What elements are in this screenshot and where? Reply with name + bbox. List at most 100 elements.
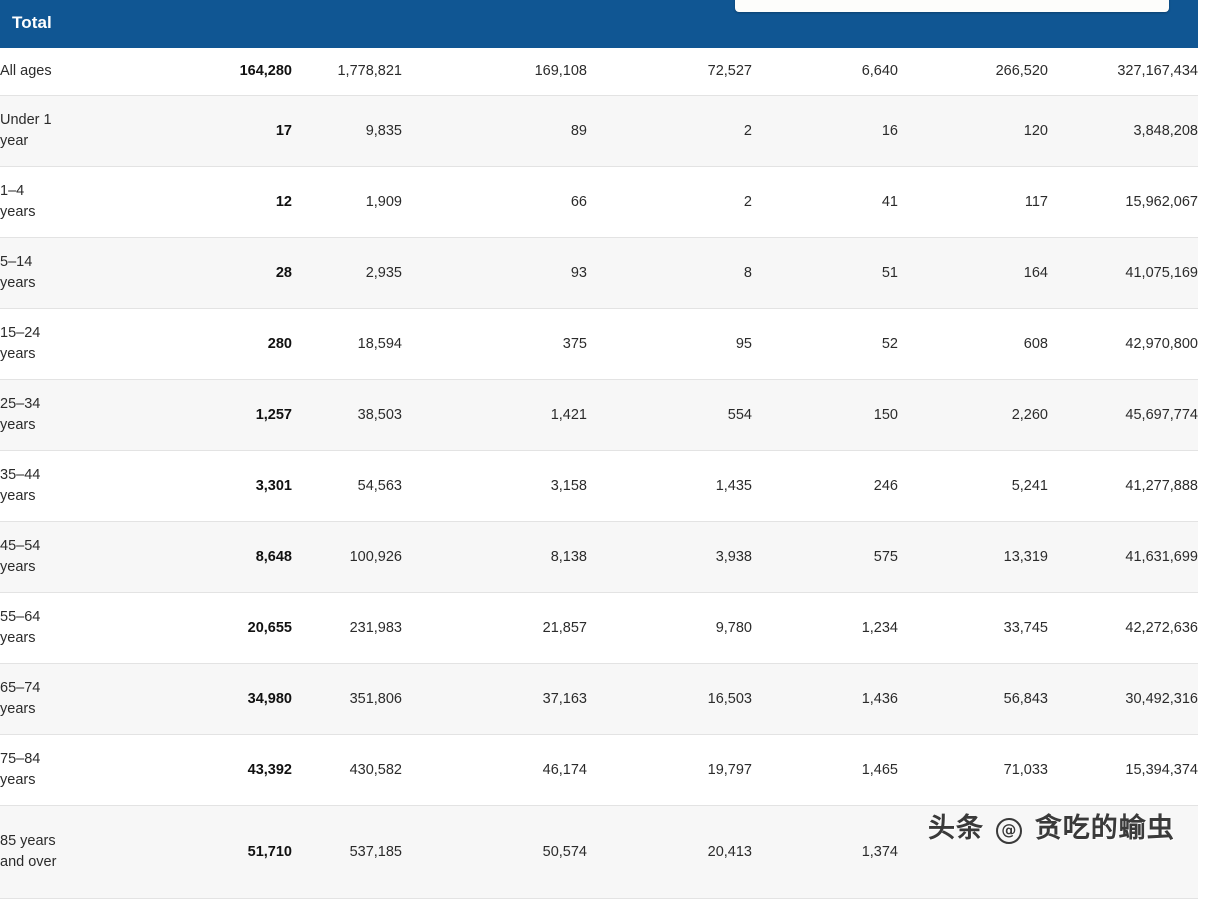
row-label-cell: 85 years and over: [0, 805, 210, 899]
cell-value: 2,935: [292, 237, 402, 309]
row-label: 65–74 years: [0, 680, 41, 717]
cell-value: 608: [1023, 335, 1048, 352]
cell-value: 246: [873, 477, 898, 494]
cell-value: 575: [752, 521, 898, 593]
cell-value: 42,970,800: [1125, 335, 1198, 352]
cell-value: 1,909: [365, 193, 402, 210]
table-row[interactable]: 45–54 years 8,648 100,926 8,138 3,938 57…: [0, 521, 1198, 593]
cell-value: 15,394,374: [1125, 761, 1198, 778]
cell-value: 95: [735, 335, 752, 352]
cell-value: 3,158: [550, 477, 587, 494]
row-label-cell: All ages: [0, 48, 210, 96]
row-label-cell: Under 1 year: [0, 95, 210, 167]
cell-value: 51,710: [210, 805, 292, 899]
table-row[interactable]: 85 years and over 51,710 537,185 50,574 …: [0, 805, 1198, 899]
cell-value: 375: [562, 335, 587, 352]
table-row[interactable]: 75–84 years 43,392 430,582 46,174 19,797…: [0, 734, 1198, 806]
cell-value: 2,260: [898, 379, 1048, 451]
cell-value: 54,563: [357, 477, 402, 494]
cell-value: 8,138: [402, 521, 587, 593]
cell-value: 117: [1024, 193, 1048, 210]
cell-value: 266,520: [995, 63, 1048, 79]
cell-value: 52: [881, 335, 898, 352]
cell-value: 120: [898, 95, 1048, 167]
cell-value: 16: [752, 95, 898, 167]
row-label: 5–14 years: [0, 254, 36, 291]
row-label-cell: 15–24 years: [0, 309, 210, 380]
row-label: 55–64 years: [0, 609, 41, 646]
cell-value: 351,806: [292, 663, 402, 735]
cell-value: 1,778,821: [337, 63, 402, 79]
row-label-cell: 35–44 years: [0, 451, 210, 522]
cell-value: 66: [570, 193, 587, 210]
cell-value: 30,492,316: [1048, 663, 1198, 735]
table-row[interactable]: 5–14 years 28 2,935 93 8 51 164 41,075,1…: [0, 237, 1198, 309]
table-row[interactable]: All ages 164,280 1,778,821 169,108 72,52…: [0, 48, 1198, 96]
cell-value: 20,655: [247, 619, 292, 636]
table-row[interactable]: 25–34 years 1,257 38,503 1,421 554 150 2…: [0, 379, 1198, 451]
row-label-cell: 5–14 years: [0, 237, 210, 309]
cell-value: 430,582: [349, 761, 402, 778]
cell-value: 280: [267, 335, 292, 352]
cell-value: 13,319: [898, 521, 1048, 593]
row-label-cell: 1–4 years: [0, 167, 210, 238]
cell-value: 6,640: [861, 63, 898, 79]
cell-value: 16,503: [587, 663, 752, 735]
cell-value: 3,301: [255, 477, 292, 494]
cell-value: 1,234: [861, 619, 898, 636]
cell-value: 1,435: [715, 477, 752, 494]
cell-value: 231,983: [349, 619, 402, 636]
cell-value: 18,594: [357, 335, 402, 352]
cell-value: 150: [752, 379, 898, 451]
row-label: Under 1 year: [0, 112, 52, 149]
cell-value: 2: [587, 95, 752, 167]
cell-value: 3,848,208: [1048, 95, 1198, 167]
row-label-cell: 75–84 years: [0, 735, 210, 806]
cell-value: 37,163: [402, 663, 587, 735]
page-title: Total: [12, 13, 52, 32]
row-label: 45–54 years: [0, 538, 41, 575]
table-row[interactable]: 15–24 years 280 18,594 375 95 52 608 42,…: [0, 308, 1198, 380]
table-body: All ages 164,280 1,778,821 169,108 72,52…: [0, 48, 1198, 899]
cell-value: 537,185: [292, 805, 402, 899]
table-row[interactable]: 65–74 years 34,980 351,806 37,163 16,503…: [0, 663, 1198, 735]
row-label-cell: 25–34 years: [0, 379, 210, 451]
cell-value: 1,257: [210, 379, 292, 451]
cell-value: 15,962,067: [1125, 193, 1198, 210]
cell-value: 3,938: [587, 521, 752, 593]
row-label: 85 years and over: [0, 833, 57, 870]
cell-value: 42,272,636: [1125, 619, 1198, 636]
cell-value: 34,980: [210, 663, 292, 735]
row-label-cell: 65–74 years: [0, 663, 210, 735]
table-row[interactable]: 55–64 years 20,655 231,983 21,857 9,780 …: [0, 592, 1198, 664]
cell-value: [898, 805, 1048, 899]
cell-value: 1,374: [752, 805, 898, 899]
cell-value: 19,797: [707, 761, 752, 778]
page-root: Total All ages 164,280 1,778,821 169,108…: [0, 0, 1209, 899]
table-row[interactable]: 35–44 years 3,301 54,563 3,158 1,435 246…: [0, 450, 1198, 522]
cell-value: 93: [402, 237, 587, 309]
cell-value: 56,843: [898, 663, 1048, 735]
cell-value: 89: [402, 95, 587, 167]
cell-value: 33,745: [1003, 619, 1048, 636]
cell-value: 8: [587, 237, 752, 309]
row-label: 1–4 years: [0, 183, 36, 220]
cell-value: 9,835: [292, 95, 402, 167]
cell-value: 45,697,774: [1048, 379, 1198, 451]
cell-value: 71,033: [1003, 761, 1048, 778]
table-row[interactable]: 1–4 years 12 1,909 66 2 41 117 15,962,06…: [0, 166, 1198, 238]
cell-value: 21,857: [542, 619, 587, 636]
data-table-wrapper: All ages 164,280 1,778,821 169,108 72,52…: [0, 48, 1198, 899]
cell-value: 41,277,888: [1125, 477, 1198, 494]
search-input[interactable]: [735, 0, 1169, 12]
cell-value: 17: [210, 95, 292, 167]
row-label: 75–84 years: [0, 751, 41, 788]
cell-value: 1,436: [752, 663, 898, 735]
cell-value: 41: [881, 193, 898, 210]
cell-value: 41,075,169: [1048, 237, 1198, 309]
table-row[interactable]: Under 1 year 17 9,835 89 2 16 120 3,848,…: [0, 95, 1198, 167]
cell-value: 5,241: [1011, 477, 1048, 494]
cell-value: 28: [210, 237, 292, 309]
cell-value: 46,174: [542, 761, 587, 778]
cell-value: 164: [898, 237, 1048, 309]
